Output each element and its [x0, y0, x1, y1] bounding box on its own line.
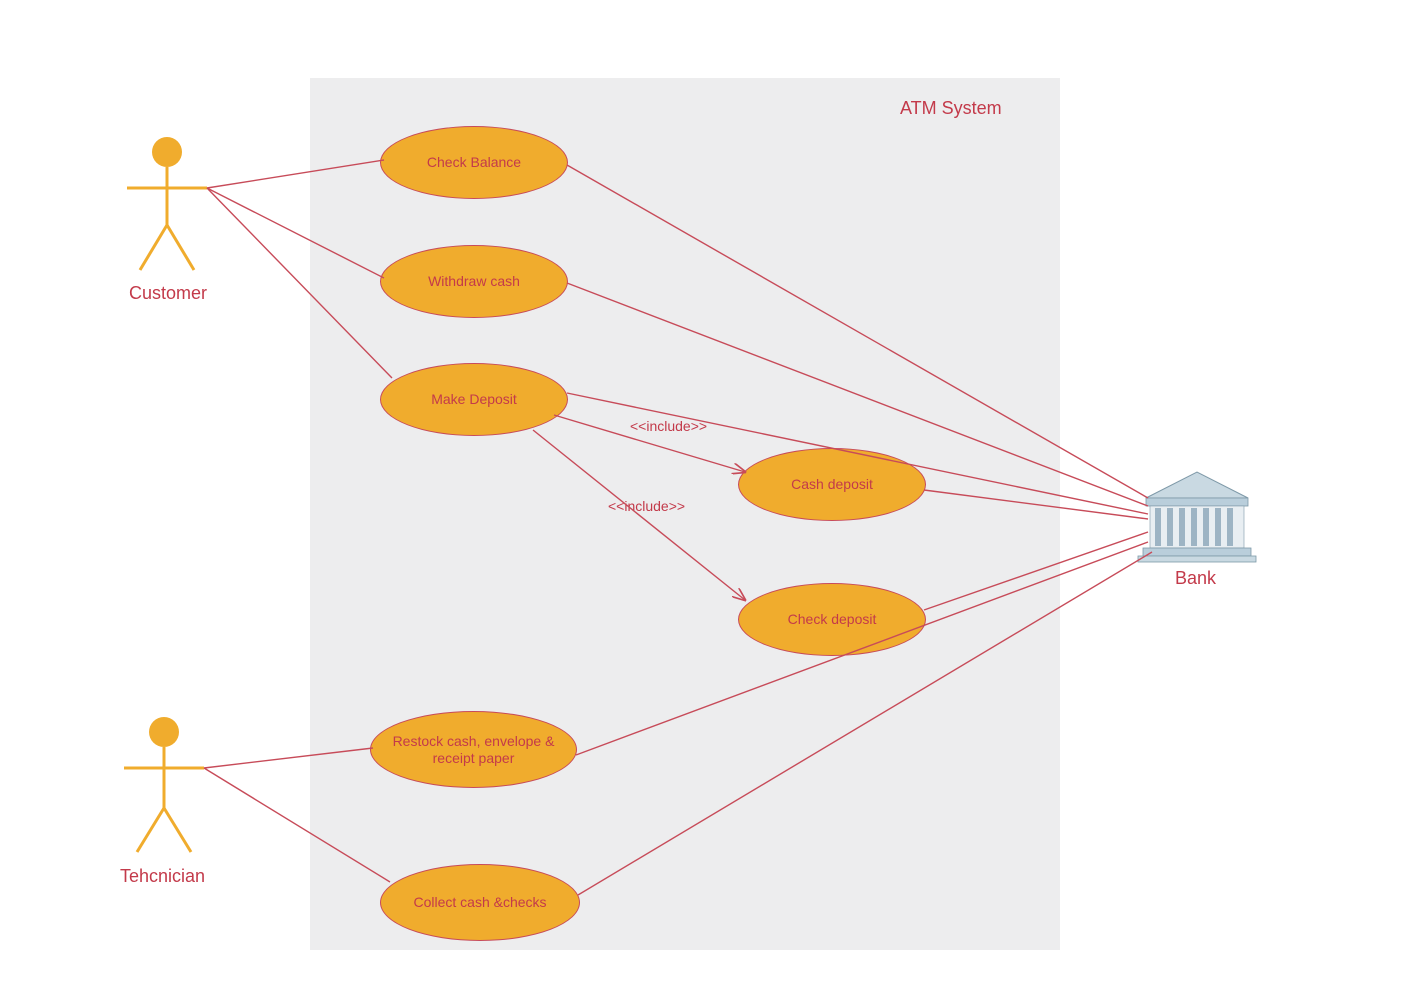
usecase-label: Check Balance — [427, 154, 521, 170]
usecase-label: Restock cash, envelope & receipt paper — [379, 733, 568, 765]
actor-customer-icon — [127, 137, 207, 270]
usecase-check-balance: Check Balance — [380, 126, 568, 199]
system-title: ATM System — [900, 98, 1002, 119]
actor-technician-label: Tehcnician — [120, 866, 205, 887]
usecase-make-deposit: Make Deposit — [380, 363, 568, 436]
usecase-label: Make Deposit — [431, 391, 517, 407]
include-label-2: <<include>> — [608, 498, 685, 514]
system-boundary — [310, 78, 1060, 950]
usecase-label: Check deposit — [788, 611, 877, 627]
usecase-collect: Collect cash &checks — [380, 864, 580, 941]
actor-bank-icon — [1138, 472, 1256, 562]
usecase-cash-deposit: Cash deposit — [738, 448, 926, 521]
actor-bank-label: Bank — [1175, 568, 1216, 589]
usecase-restock: Restock cash, envelope & receipt paper — [370, 711, 577, 788]
actor-technician-icon — [124, 717, 204, 852]
usecase-label: Collect cash &checks — [413, 894, 546, 910]
usecase-label: Withdraw cash — [428, 273, 520, 289]
usecase-withdraw-cash: Withdraw cash — [380, 245, 568, 318]
usecase-label: Cash deposit — [791, 476, 873, 492]
usecase-check-deposit: Check deposit — [738, 583, 926, 656]
include-label-1: <<include>> — [630, 418, 707, 434]
actor-customer-label: Customer — [129, 283, 207, 304]
